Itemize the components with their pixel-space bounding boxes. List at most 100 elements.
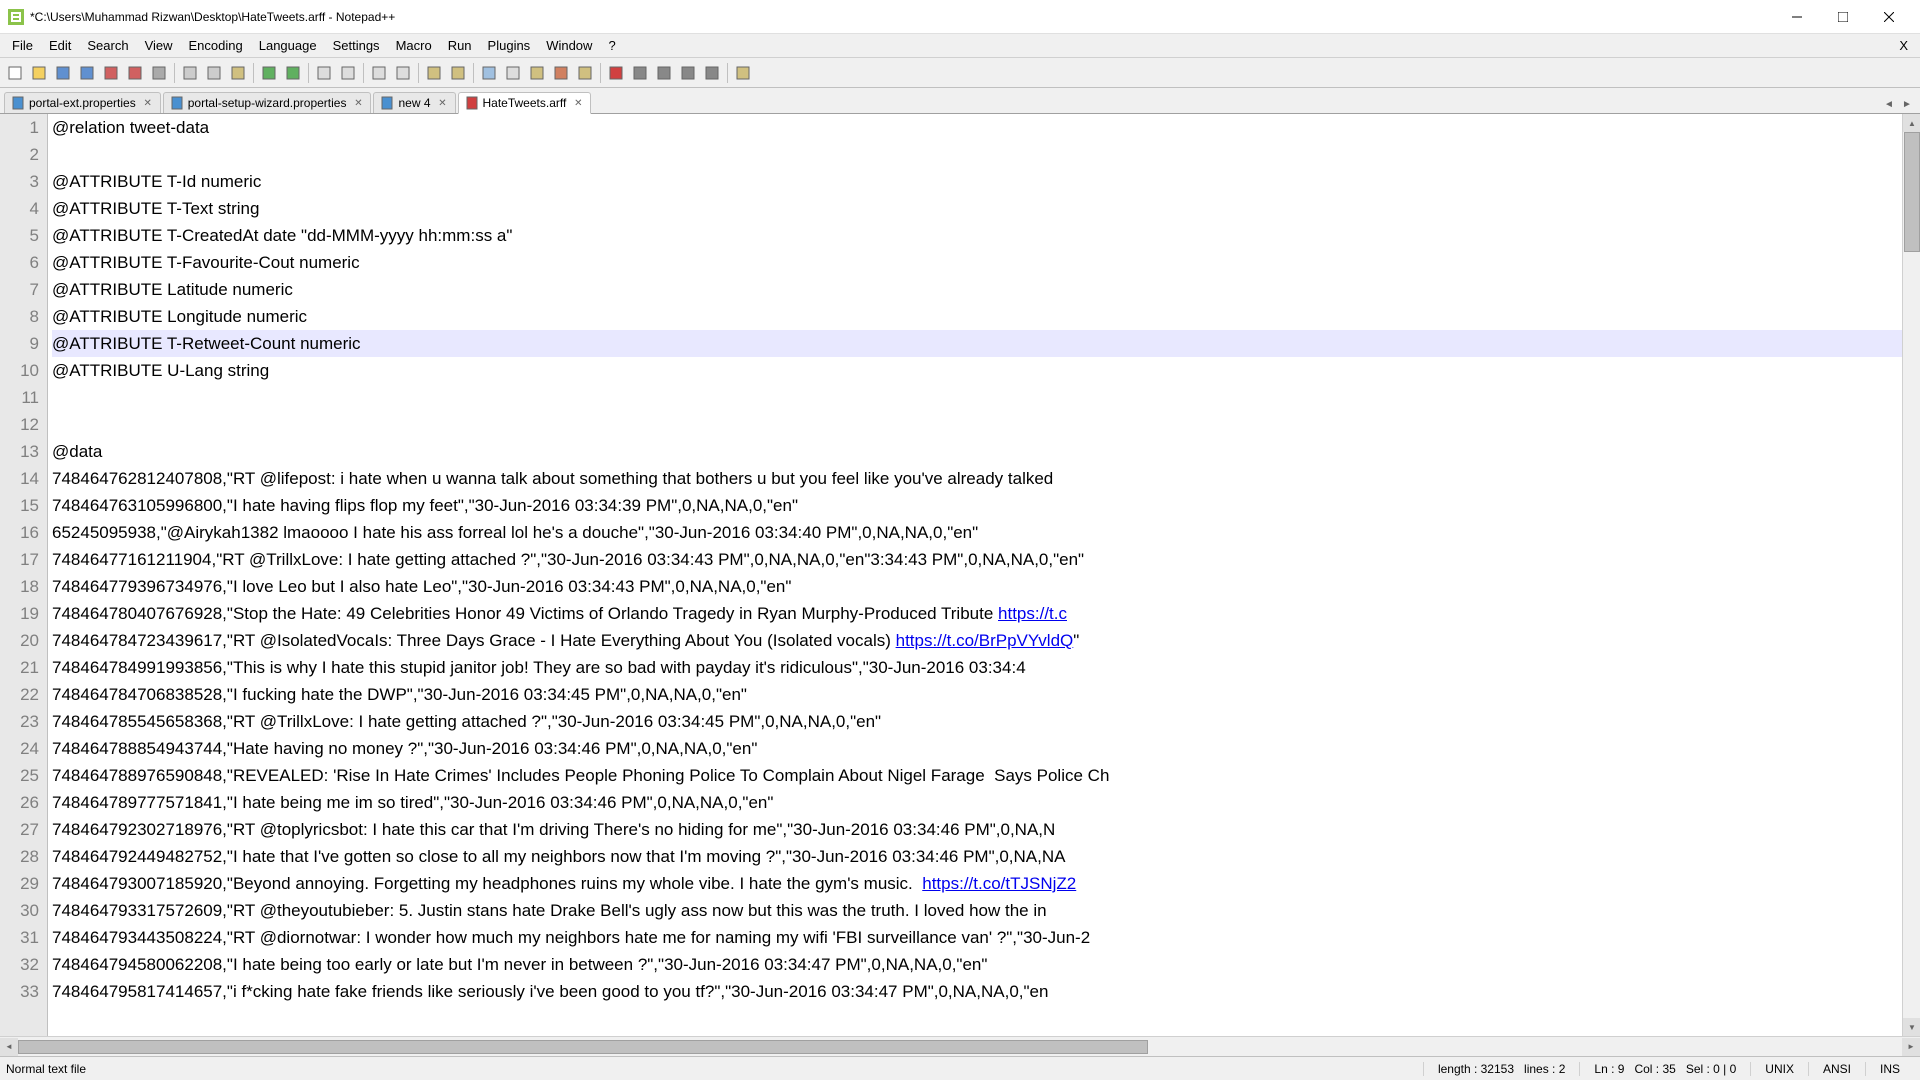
menu-view[interactable]: View [137,36,181,55]
vertical-scroll-thumb[interactable] [1904,132,1920,252]
code-line[interactable]: 748464792302718976,"RT @toplyricsbot: I … [52,816,1920,843]
menu-help[interactable]: ? [600,36,623,55]
code-line[interactable]: @ATTRIBUTE Latitude numeric [52,276,1920,303]
toolbar-show-all[interactable] [502,62,524,84]
menu-mdi-close[interactable]: X [1891,38,1916,53]
scroll-left-button[interactable]: ◄ [0,1038,18,1056]
code-line[interactable]: 748464762812407808,"RT @lifepost: i hate… [52,465,1920,492]
toolbar-save-macro[interactable] [701,62,723,84]
code-line[interactable]: @ATTRIBUTE T-Favourite-Cout numeric [52,249,1920,276]
tab-hatetweets-arff[interactable]: HateTweets.arff✕ [458,92,592,114]
code-line[interactable]: @ATTRIBUTE U-Lang string [52,357,1920,384]
tab-close-icon[interactable]: ✕ [142,97,154,109]
url-link[interactable]: https://t.co/BrPpVYvldQ [896,631,1074,650]
menu-macro[interactable]: Macro [388,36,440,55]
code-line[interactable]: 748464784991993856,"This is why I hate t… [52,654,1920,681]
code-line[interactable]: 748464793007185920,"Beyond annoying. For… [52,870,1920,897]
close-button[interactable] [1866,1,1912,33]
scroll-up-button[interactable]: ▲ [1903,114,1920,132]
menu-edit[interactable]: Edit [41,36,79,55]
url-link[interactable]: https://t.co/tTJSNjZ2 [922,874,1076,893]
toolbar-sync-v[interactable] [423,62,445,84]
toolbar-cut[interactable] [179,62,201,84]
code-line[interactable]: @data [52,438,1920,465]
tab-portal-setup-wizard-properties[interactable]: portal-setup-wizard.properties✕ [163,92,372,113]
toolbar-play-macro[interactable] [653,62,675,84]
url-link[interactable]: https://t.c [998,604,1067,623]
vertical-scrollbar[interactable]: ▲ ▼ [1902,114,1920,1036]
toolbar-zoom-out[interactable] [392,62,414,84]
tab-close-icon[interactable]: ✕ [572,97,584,109]
toolbar-save-all[interactable] [76,62,98,84]
code-line[interactable]: 748464788854943744,"Hate having no money… [52,735,1920,762]
toolbar-save[interactable] [52,62,74,84]
horizontal-scroll-thumb[interactable] [18,1040,1148,1054]
toolbar-wrap[interactable] [478,62,500,84]
toolbar-stop-macro[interactable] [629,62,651,84]
code-line[interactable]: @ATTRIBUTE T-Id numeric [52,168,1920,195]
tab-portal-ext-properties[interactable]: portal-ext.properties✕ [4,92,161,113]
horizontal-scroll-track[interactable] [18,1039,1902,1055]
code-line[interactable]: 748464793317572609,"RT @theyoutubieber: … [52,897,1920,924]
menu-settings[interactable]: Settings [325,36,388,55]
menu-search[interactable]: Search [79,36,136,55]
code-line[interactable]: @ATTRIBUTE Longitude numeric [52,303,1920,330]
toolbar-redo[interactable] [282,62,304,84]
horizontal-scrollbar[interactable]: ◄ ► [0,1036,1920,1056]
menu-window[interactable]: Window [538,36,600,55]
code-line[interactable]: 74846477161211904,"RT @TrillxLove: I hat… [52,546,1920,573]
toolbar-new-file[interactable] [4,62,26,84]
tab-scroll-left[interactable]: ◄ [1880,95,1898,113]
tab-close-icon[interactable]: ✕ [437,97,449,109]
toolbar-undo[interactable] [258,62,280,84]
menu-encoding[interactable]: Encoding [181,36,251,55]
maximize-button[interactable] [1820,1,1866,33]
scroll-right-button[interactable]: ► [1902,1038,1920,1056]
toolbar-fold[interactable] [550,62,572,84]
toolbar-close-all[interactable] [124,62,146,84]
scroll-down-button[interactable]: ▼ [1903,1018,1920,1036]
code-line[interactable]: 748464784723439617,"RT @IsolatedVocaIs: … [52,627,1920,654]
text-editor[interactable]: @relation tweet-data @ATTRIBUTE T-Id nume… [48,114,1920,1036]
code-line[interactable]: 748464792449482752,"I hate that I've got… [52,843,1920,870]
code-line[interactable] [52,141,1920,168]
menu-language[interactable]: Language [251,36,325,55]
code-line[interactable]: 748464789777571841,"I hate being me im s… [52,789,1920,816]
toolbar-close[interactable] [100,62,122,84]
code-line[interactable]: 748464795817414657,"i f*cking hate fake … [52,978,1920,1005]
toolbar-monitor[interactable] [732,62,754,84]
menu-file[interactable]: File [4,36,41,55]
code-line[interactable]: 748464793443508224,"RT @diornotwar: I wo… [52,924,1920,951]
code-line[interactable]: 748464784706838528,"I fucking hate the D… [52,681,1920,708]
menu-plugins[interactable]: Plugins [480,36,539,55]
code-line[interactable]: 65245095938,"@Airykah1382 lmaoooo I hate… [52,519,1920,546]
toolbar-print[interactable] [148,62,170,84]
toolbar-sync-h[interactable] [447,62,469,84]
code-line[interactable]: @ATTRIBUTE T-CreatedAt date "dd-MMM-yyyy… [52,222,1920,249]
toolbar-find[interactable] [313,62,335,84]
tab-new-4[interactable]: new 4✕ [373,92,455,113]
toolbar-unfold[interactable] [574,62,596,84]
toolbar-zoom-in[interactable] [368,62,390,84]
code-line[interactable]: 748464779396734976,"I love Leo but I als… [52,573,1920,600]
toolbar-record-macro[interactable] [605,62,627,84]
code-line[interactable] [52,384,1920,411]
code-line[interactable]: @ATTRIBUTE T-Retweet-Count numeric [52,330,1920,357]
tab-scroll-right[interactable]: ► [1898,95,1916,113]
toolbar-indent[interactable] [526,62,548,84]
code-line[interactable]: 748464785545658368,"RT @TrillxLove: I ha… [52,708,1920,735]
toolbar-run-multiple[interactable] [677,62,699,84]
code-line[interactable]: 748464794580062208,"I hate being too ear… [52,951,1920,978]
toolbar-paste[interactable] [227,62,249,84]
minimize-button[interactable] [1774,1,1820,33]
code-line[interactable]: @relation tweet-data [52,114,1920,141]
toolbar-copy[interactable] [203,62,225,84]
code-line[interactable]: @ATTRIBUTE T-Text string [52,195,1920,222]
toolbar-replace[interactable] [337,62,359,84]
tab-close-icon[interactable]: ✕ [352,97,364,109]
code-line[interactable]: 748464763105996800,"I hate having flips … [52,492,1920,519]
code-line[interactable] [52,411,1920,438]
toolbar-open-file[interactable] [28,62,50,84]
code-line[interactable]: 748464780407676928,"Stop the Hate: 49 Ce… [52,600,1920,627]
code-line[interactable]: 748464788976590848,"REVEALED: 'Rise In H… [52,762,1920,789]
